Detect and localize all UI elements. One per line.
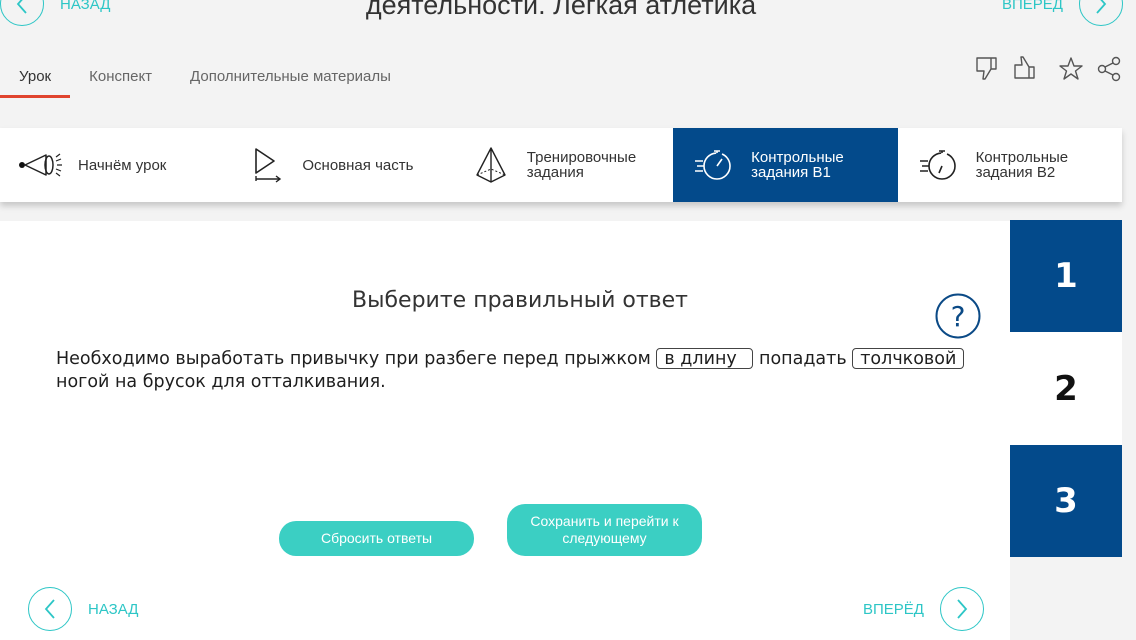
save-next-button[interactable]: Сохранить и перейти к следующему: [507, 504, 702, 556]
section-main-part[interactable]: Основная часть: [224, 128, 448, 202]
task-text: Необходимо выработать привычку при разбе…: [56, 348, 986, 394]
section-training-tasks[interactable]: Тренировочные задания: [449, 128, 673, 202]
svg-text:?: ?: [951, 300, 966, 333]
share-icon: [1097, 56, 1121, 82]
bottom-forward-nav[interactable]: ВПЕРЁД: [863, 587, 984, 631]
top-forward-label[interactable]: ВПЕРЁД: [1002, 0, 1063, 13]
tab-lesson[interactable]: Урок: [0, 64, 71, 98]
task-text-part: Необходимо выработать привычку при разбе…: [56, 349, 651, 369]
task-text-part: ногой на брусок для отталкивания.: [56, 372, 386, 392]
chevron-right-icon: [957, 599, 968, 619]
section-control-b1[interactable]: Контрольные задания В1: [673, 128, 898, 202]
answer-blank-1[interactable]: в длину: [656, 348, 754, 369]
answer-blank-2[interactable]: толчковой: [852, 348, 965, 369]
lesson-title: деятельности. Легкая атлетика: [365, 0, 757, 20]
tab-summary[interactable]: Конспект: [70, 64, 171, 95]
tab-extra-materials[interactable]: Дополнительные материалы: [171, 64, 410, 95]
section-label: Контрольные задания В2: [975, 149, 1069, 181]
dislike-button[interactable]: [972, 54, 1002, 84]
bottom-back-label[interactable]: НАЗАД: [88, 601, 138, 618]
section-control-b2[interactable]: Контрольные задания В2: [898, 128, 1122, 202]
question-number-3[interactable]: 3: [1010, 445, 1122, 557]
lesson-tabs: Урок Конспект Дополнительные материалы: [0, 64, 410, 98]
lesson-sections: Начнём урок Основная часть Тренировочные…: [0, 128, 1122, 202]
top-forward-nav[interactable]: ВПЕРЁД: [1002, 0, 1123, 26]
bottom-back-nav[interactable]: НАЗАД: [28, 587, 138, 631]
stopwatch-icon: [691, 145, 739, 185]
chevron-left-icon: [44, 599, 55, 619]
megaphone-icon: [18, 145, 66, 185]
lesson-actions: [972, 54, 1124, 84]
top-forward-button[interactable]: [1078, 0, 1123, 26]
bottom-forward-button[interactable]: [939, 587, 984, 631]
pyramid-icon: [467, 145, 515, 185]
section-start-lesson[interactable]: Начнём урок: [0, 128, 224, 202]
task-heading: Выберите правильный ответ: [352, 288, 688, 313]
reset-answers-button[interactable]: Сбросить ответы: [279, 521, 474, 556]
chevron-right-icon: [1096, 0, 1107, 14]
like-icon: [1014, 56, 1035, 79]
help-button[interactable]: ?: [935, 293, 981, 339]
bottom-back-button[interactable]: [28, 587, 72, 631]
stopwatch-icon: [916, 145, 964, 185]
like-button[interactable]: [1010, 54, 1040, 84]
play-icon: [242, 145, 290, 185]
share-button[interactable]: [1094, 54, 1124, 84]
star-icon: [1059, 57, 1083, 80]
favorite-button[interactable]: [1056, 54, 1086, 84]
task-text-part: попадать: [759, 349, 847, 369]
bottom-forward-label[interactable]: ВПЕРЁД: [863, 601, 924, 618]
question-number-rail: 1 2 3: [1010, 220, 1122, 557]
help-icon: ?: [935, 293, 981, 339]
section-label: Контрольные задания В1: [751, 149, 844, 181]
section-label: Основная часть: [302, 156, 414, 174]
dislike-icon: [976, 57, 997, 80]
task-panel: Выберите правильный ответ ? Необходимо в…: [0, 221, 1010, 640]
section-label: Начнём урок: [78, 156, 167, 174]
question-number-2[interactable]: 2: [1010, 332, 1122, 445]
section-label: Тренировочные задания: [526, 149, 637, 181]
question-number-1[interactable]: 1: [1010, 220, 1122, 332]
